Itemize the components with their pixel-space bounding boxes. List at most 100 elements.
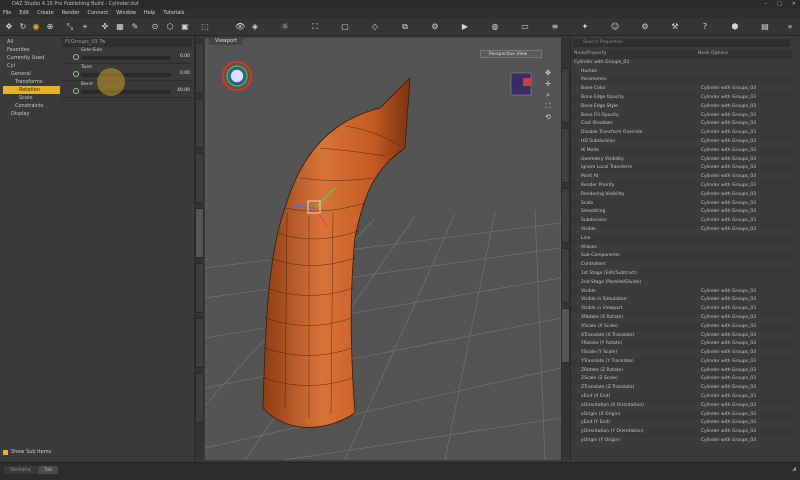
maximize-icon[interactable]: □ — [777, 0, 782, 9]
iray-icon[interactable]: ◍ — [490, 22, 500, 32]
brush-tool-icon[interactable]: ✎ — [130, 22, 140, 32]
menu-item[interactable]: Tutorials — [163, 9, 184, 18]
property-row[interactable]: Ignore Local Transform Cylinder with Grou… — [571, 164, 792, 174]
property-row[interactable]: YTranslate (Y Translate) Cylinder with Gr… — [571, 357, 792, 367]
shape-icon[interactable]: ◇ — [370, 22, 380, 32]
vtab-r2[interactable] — [561, 128, 570, 183]
slider-track[interactable] — [81, 90, 171, 94]
vtab-6[interactable] — [195, 318, 204, 368]
script-icon[interactable]: ✦ — [580, 22, 590, 32]
tree-item[interactable]: General — [3, 70, 60, 78]
geometry-tool-icon[interactable]: ▦ — [115, 22, 125, 32]
property-row[interactable]: Line — [571, 234, 792, 244]
property-row[interactable]: Visible Cylinder with Groups_03 — [571, 226, 792, 235]
property-row[interactable]: Bone Edge Opacity Cylinder with Groups_03 — [571, 93, 792, 103]
camera-icon[interactable]: ▭ — [520, 22, 530, 32]
universal-tool-icon[interactable]: ⊕ — [45, 22, 55, 32]
user-icon[interactable]: ☺ — [610, 22, 620, 32]
property-row[interactable]: Bone Color Cylinder with Groups_03 — [571, 85, 792, 94]
slider-value[interactable]: 40.00 — [177, 88, 190, 93]
property-row[interactable]: xOrientation (X Orientation) Cylinder wit… — [571, 402, 792, 411]
property-row[interactable]: Geometry Visibility Cylinder with Groups_… — [571, 156, 792, 165]
active-tool-icon[interactable]: ◉ — [31, 22, 41, 32]
property-row[interactable]: yOrigin (Y Origin) Cylinder with Groups_0… — [571, 437, 792, 446]
viewport[interactable]: Viewport Perspective View ✥ ✛ ⌕ ⛶ ⟲ — [205, 38, 561, 460]
zoom-icon[interactable]: ⌕ — [543, 90, 553, 101]
slider-value[interactable]: 0.00 — [180, 71, 190, 76]
tool-icon[interactable]: ⚒ — [670, 22, 680, 32]
render-settings-icon[interactable]: ⚙ — [430, 22, 440, 32]
slider-row[interactable]: Side-Side 0.00 — [61, 47, 192, 64]
property-root-row[interactable]: Cylinder with Groups_03 — [571, 59, 792, 68]
slider-row[interactable]: Bend 40.00 — [61, 81, 192, 98]
property-row[interactable]: Bone Edge Style Cylinder with Groups_03 — [571, 103, 792, 112]
property-row[interactable]: XRotate (X Rotate) Cylinder with Groups_0… — [571, 314, 792, 323]
property-search-input[interactable]: Search Properties — [573, 39, 790, 47]
tree-item[interactable]: Rotation — [3, 86, 60, 94]
property-row[interactable]: Parameters — [571, 76, 792, 86]
minimize-icon[interactable]: – — [765, 0, 768, 9]
slider-row[interactable]: Twist 0.00 — [61, 64, 192, 81]
camera-tool-icon[interactable]: ⊙ — [150, 22, 160, 32]
menu-item[interactable]: File — [3, 9, 11, 18]
vtab-r3[interactable] — [561, 188, 570, 243]
tree-item[interactable]: All — [3, 38, 60, 46]
property-row[interactable]: 2nd Stage (Parallel/Divide) — [571, 279, 792, 288]
tree-item[interactable]: Constraints — [3, 102, 60, 110]
property-row[interactable]: Rendering Visibility Cylinder with Groups… — [571, 191, 792, 200]
parameter-filter-input[interactable]: FI/Groups_03 Tw — [61, 38, 192, 47]
menu-item[interactable]: Create — [37, 9, 54, 18]
vtab-3[interactable] — [195, 153, 204, 203]
property-row[interactable]: Bone Fill Opacity Cylinder with Groups_03 — [571, 111, 792, 121]
property-row[interactable]: yOrientation (Y Orientation) Cylinder wit… — [571, 428, 792, 438]
view-option-icon[interactable]: ◈ — [250, 22, 260, 32]
property-row[interactable]: Subdivision Cylinder with Groups_03 — [571, 217, 792, 226]
surface-tool-icon[interactable]: ⬡ — [165, 22, 175, 32]
tab-secondary[interactable]: Tab — [38, 466, 59, 474]
property-row[interactable]: HD Subdivision Cylinder with Groups_03 — [571, 138, 792, 147]
property-row[interactable]: ZTranslate (Z Translate) Cylinder with Gr… — [571, 384, 792, 393]
close-icon[interactable]: ✕ — [792, 0, 796, 9]
render-icon[interactable]: ▶ — [460, 22, 470, 32]
property-row[interactable]: Sub-Components — [571, 252, 792, 262]
property-row[interactable]: YRotate (Y Rotate) Cylinder with Groups_0… — [571, 340, 792, 350]
property-row[interactable]: Aliases — [571, 244, 792, 253]
show-sub-items[interactable]: Show Sub Items — [3, 449, 51, 455]
visibility-icon[interactable]: 👁 — [235, 22, 245, 32]
menu-item[interactable]: Render — [62, 9, 80, 18]
pan-icon[interactable]: ✛ — [543, 79, 553, 90]
property-row[interactable]: yEnd (Y End) Cylinder with Groups_03 — [571, 419, 792, 428]
layout-icon[interactable]: ▤ — [760, 22, 770, 32]
vtab-1[interactable] — [195, 43, 204, 93]
tree-item[interactable]: Cyl — [3, 62, 60, 70]
property-row[interactable]: 1st Stage (Edit/Subtract) — [571, 269, 792, 279]
transform-tool-icon[interactable]: ✥ — [4, 22, 14, 32]
slider-track[interactable] — [81, 73, 171, 77]
tab-ventana[interactable]: Ventana — [4, 466, 37, 474]
orbit-icon[interactable]: ✥ — [543, 68, 553, 79]
property-row[interactable]: Point At Cylinder with Groups_03 — [571, 173, 792, 182]
property-row[interactable]: Visible Cylinder with Groups_03 — [571, 287, 792, 297]
gear-icon[interactable]: ⚙ — [640, 22, 650, 32]
menu-item[interactable]: Connect — [88, 9, 109, 18]
node-tool-icon[interactable]: ⌖ — [80, 22, 90, 32]
tree-item[interactable]: Transforms — [3, 78, 60, 86]
property-row[interactable]: XScale (X Scale) Cylinder with Groups_03 — [571, 322, 792, 332]
checkbox-icon[interactable] — [3, 449, 8, 455]
joint-tool-icon[interactable]: ✜ — [100, 22, 110, 32]
spot-render-icon[interactable]: ▣ — [180, 22, 190, 32]
property-row[interactable]: ZScale (Z Scale) Cylinder with Groups_03 — [571, 375, 792, 385]
resize-grip-icon[interactable]: ◢ — [792, 466, 796, 472]
slider-value[interactable]: 0.00 — [180, 54, 190, 59]
frame-icon[interactable]: ⛶ — [543, 101, 553, 112]
vtab-4[interactable] — [195, 208, 204, 258]
property-row[interactable]: YScale (Y Scale) Cylinder with Groups_03 — [571, 349, 792, 358]
tree-item[interactable]: Scale — [3, 94, 60, 102]
property-row[interactable]: Human — [571, 68, 792, 77]
tree-item[interactable]: Currently Used — [3, 54, 60, 62]
vtab-r1[interactable] — [561, 68, 570, 123]
property-row[interactable]: xEnd (X End) Cylinder with Groups_03 — [571, 393, 792, 402]
more-icon[interactable]: » — [785, 22, 795, 32]
vtab-2[interactable] — [195, 98, 204, 148]
light-icon[interactable]: ☼ — [280, 22, 290, 32]
